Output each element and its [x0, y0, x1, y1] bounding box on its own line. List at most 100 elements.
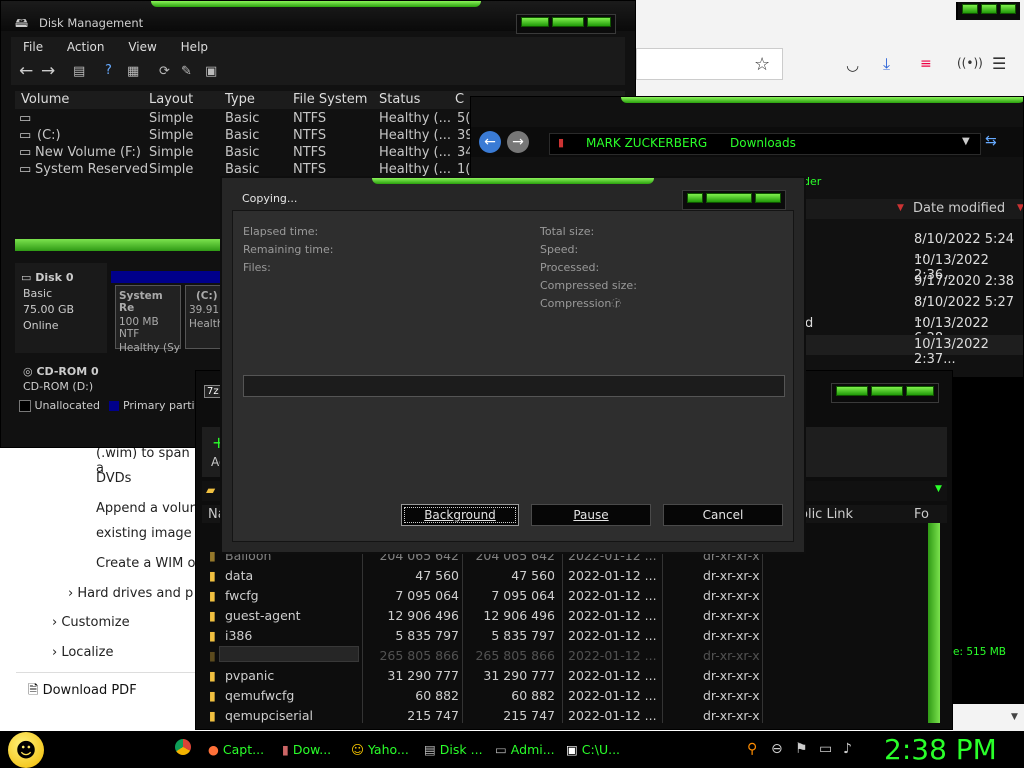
menu-help[interactable]: Help — [181, 40, 208, 54]
taskbar-item-downloads[interactable]: ▮ Dow... — [282, 739, 331, 761]
nav-item-hard-drives[interactable]: › Hard drives and p — [68, 586, 193, 601]
menu-file[interactable]: File — [23, 40, 43, 54]
view-icon[interactable]: ▦ — [127, 64, 139, 79]
download-icon[interactable]: ⤓ — [883, 54, 890, 74]
cell-size: 12 906 496 — [387, 608, 459, 623]
scroll-down-icon[interactable]: ▼ — [1011, 712, 1018, 722]
cell-size: 5 835 797 — [395, 628, 459, 643]
forward-icon[interactable]: → — [41, 61, 55, 81]
vertical-scrollbar[interactable] — [928, 523, 940, 723]
forward-icon[interactable]: → — [507, 131, 529, 153]
clock[interactable]: 2:38 PM — [884, 733, 997, 766]
cell-packed: 265 805 866 — [475, 648, 555, 663]
refresh-icon[interactable]: ⟳ — [159, 64, 170, 79]
menu-action[interactable]: Action — [67, 40, 105, 54]
disk-icon: ▤ — [424, 742, 436, 757]
sevenzip-icon: 7z — [204, 385, 222, 398]
pause-button[interactable]: Pause — [531, 504, 651, 526]
table-row[interactable]: ▮ qemupciserial 215 747 215 747 2022-01-… — [205, 706, 765, 726]
disk0-name: ▭ Disk 0 — [21, 271, 74, 284]
selected-row[interactable]: 10/13/2022 2:37... — [801, 335, 1023, 367]
breadcrumb-user[interactable]: MARK ZUCKERBERG — [586, 136, 707, 150]
progress-bar — [243, 375, 785, 397]
search-icon[interactable]: ⚲ — [747, 741, 757, 757]
nav-item-customize[interactable]: › Customize — [52, 615, 130, 630]
cell-layout: Simple — [149, 162, 194, 177]
col-date-modified[interactable]: Date modified — [913, 201, 1005, 216]
rename-field[interactable] — [219, 646, 359, 662]
cell-packed: 47 560 — [511, 568, 555, 583]
chevron-down-icon[interactable]: ▼ — [962, 136, 970, 147]
drive-icon: ▭ — [19, 145, 32, 160]
menu-icon[interactable]: ☰ — [992, 54, 1006, 73]
partition-c[interactable]: (C:) 39.91 Health — [185, 285, 223, 349]
col-filesystem[interactable]: File System — [293, 92, 367, 107]
start-button[interactable]: ☻ — [8, 732, 44, 768]
background-button[interactable]: Background — [401, 504, 519, 526]
cell-packed: 5 835 797 — [491, 628, 555, 643]
window-controls[interactable] — [516, 14, 616, 34]
cancel-button[interactable]: Cancel — [663, 504, 783, 526]
table-row[interactable]: ▮ 265 805 866 265 805 866 2022-01-12 ...… — [205, 646, 765, 666]
flag-icon[interactable]: ⚑ — [795, 741, 808, 757]
col-folders[interactable]: Fo — [914, 507, 929, 522]
window-controls[interactable] — [831, 383, 939, 403]
minus-circle-icon[interactable]: ⊖ — [771, 741, 783, 757]
cell-modified: 2022-01-12 ... — [568, 608, 657, 623]
col-volume[interactable]: Volume — [21, 92, 69, 107]
cell-fs: NTFS — [293, 111, 327, 126]
table-row[interactable]: ▮ data 47 560 47 560 2022-01-12 ... dr-x… — [205, 566, 765, 586]
rescan-icon[interactable]: ✎ — [181, 64, 192, 79]
table-row[interactable]: ▮ guest-agent 12 906 496 12 906 496 2022… — [205, 606, 765, 626]
nav-item-localize[interactable]: › Localize — [52, 645, 113, 660]
table-row[interactable]: ▮ i386 5 835 797 5 835 797 2022-01-12 ..… — [205, 626, 765, 646]
settings-icon[interactable]: ▣ — [205, 64, 217, 79]
col-layout[interactable]: Layout — [149, 92, 193, 107]
legend-unallocated: Unallocated — [34, 399, 100, 412]
breadcrumb-downloads[interactable]: Downloads — [730, 136, 796, 150]
title-bar[interactable]: 🖴 Disk Management — [1, 1, 635, 34]
col-status[interactable]: Status — [379, 92, 420, 107]
reader-icon[interactable]: ((•)) — [957, 56, 983, 70]
taskbar-item-sevenzip[interactable]: ▣ C:\U... — [566, 739, 620, 761]
chrome-icon[interactable] — [175, 739, 191, 755]
cell-volume: (C:) — [37, 128, 61, 143]
cell-packed: 215 747 — [503, 708, 555, 723]
help-icon[interactable]: ? — [105, 63, 112, 78]
table-row[interactable]: ▮ fwcfg 7 095 064 7 095 064 2022-01-12 .… — [205, 586, 765, 606]
pocket-icon[interactable]: ◡ — [846, 56, 859, 74]
address-bar[interactable]: ▮ MARK ZUCKERBERG Downloads ▼ — [549, 133, 981, 155]
chevron-down-icon[interactable]: ▼ — [935, 484, 942, 494]
dialog-controls[interactable] — [682, 190, 786, 210]
bookmark-star-icon[interactable]: ☆ — [754, 54, 770, 75]
sevenzip-icon: ▣ — [566, 742, 578, 757]
back-icon[interactable]: ← — [19, 61, 33, 81]
folder-icon: ▮ — [209, 668, 216, 683]
back-icon[interactable]: ← — [479, 131, 501, 153]
menu-view[interactable]: View — [128, 40, 156, 54]
horizontal-scrollbar[interactable] — [15, 239, 225, 251]
cell-packed: 60 882 — [511, 688, 555, 703]
table-row[interactable]: ▮ pvpanic 31 290 777 31 290 777 2022-01-… — [205, 666, 765, 686]
download-pdf-link[interactable]: 🗎 Download PDF — [28, 681, 137, 703]
explorer-nav-bar: ← → ▮ MARK ZUCKERBERG Downloads ▼ ⇆ — [471, 127, 1023, 157]
col-symbolic-link[interactable]: olic Link — [800, 507, 853, 522]
volume-icon[interactable]: ♪ — [843, 741, 852, 757]
refresh-icon[interactable]: ⇆ — [985, 133, 997, 149]
partition-system-reserved[interactable]: System Re 100 MB NTF Healthy (Sy — [115, 285, 181, 354]
network-icon[interactable]: ▭ — [819, 741, 832, 757]
taskbar-item-yahoo[interactable]: ☺ Yaho... — [351, 739, 409, 761]
table-row[interactable]: ▮ qemufwcfg 60 882 60 882 2022-01-12 ...… — [205, 686, 765, 706]
taskbar-item-admin[interactable]: ▭ Admi... — [495, 739, 555, 761]
cell-size: 47 560 — [415, 568, 459, 583]
extension-icon[interactable]: ≡ — [920, 56, 932, 72]
taskbar-item-disk[interactable]: ▤ Disk ... — [424, 739, 483, 761]
col-capacity[interactable]: C — [455, 92, 464, 107]
cell-attributes: dr-xr-xr-x — [703, 648, 760, 663]
properties-icon[interactable]: ▤ — [73, 64, 85, 79]
pause-button-label: Pause — [573, 508, 609, 522]
cell-type: Basic — [225, 128, 260, 143]
speed-label: Speed: — [540, 243, 579, 256]
col-type[interactable]: Type — [225, 92, 255, 107]
taskbar-item-firefox[interactable]: ● Capt... — [208, 739, 264, 761]
